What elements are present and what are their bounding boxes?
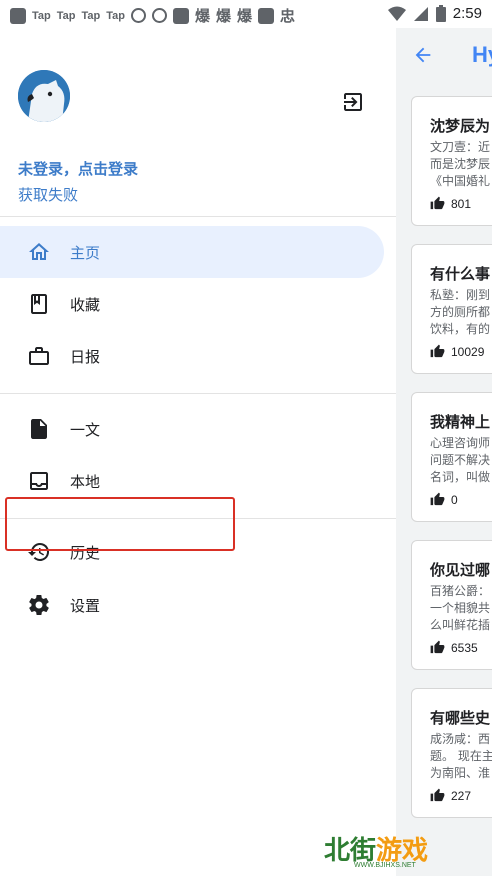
sync-icon-2 [152, 8, 167, 23]
article-card[interactable]: 我精神上 心理咨询师 问题不解决 名词，叫做 0 [411, 392, 492, 522]
like-count: 0 [430, 492, 458, 507]
nav-label: 主页 [70, 244, 101, 262]
article-title: 你见过哪 [430, 561, 491, 579]
nav-item-one-article[interactable]: 一文 [0, 403, 384, 455]
nav-label: 收藏 [70, 296, 101, 314]
navigation-drawer: 未登录，点击登录 获取失败 主页 收藏 日报 一文 本地 历史 设置 [0, 28, 396, 876]
article-excerpt: 百猪公爵： 一个相貌共 么叫鲜花插 [430, 584, 491, 632]
status-bar: Tap Tap Tap Tap 爆 爆 爆 忠 2:59 [0, 0, 492, 28]
article-excerpt: 心理咨询师 问题不解决 名词，叫做 [430, 436, 491, 484]
thumbs-up-icon [430, 344, 445, 358]
nav-label: 日报 [70, 348, 101, 366]
article-card[interactable]: 你见过哪 百猪公爵： 一个相貌共 么叫鲜花插 6535 [411, 540, 492, 670]
notification-glyph-4: 忠 [280, 7, 296, 25]
page-title: Hy [472, 42, 492, 67]
history-highlight-box [5, 497, 235, 551]
app-notification-icon [10, 7, 26, 24]
like-count-value: 6535 [451, 640, 478, 655]
wifi-icon [387, 6, 406, 21]
notification-glyph-1: 爆 [195, 7, 211, 25]
nav-label: 本地 [70, 473, 101, 491]
bookmark-icon [31, 294, 47, 314]
signal-icon [413, 6, 428, 21]
exit-icon[interactable] [341, 90, 365, 114]
like-count: 801 [430, 196, 471, 211]
nav-label: 设置 [70, 597, 101, 615]
app-bar: Hy [396, 28, 492, 86]
avatar[interactable] [18, 70, 70, 122]
like-count: 227 [430, 788, 471, 803]
article-title: 有哪些史 [430, 709, 491, 727]
like-count-value: 0 [451, 492, 458, 507]
app-notification-icon-2 [173, 7, 189, 24]
status-bar-notifications: Tap Tap Tap Tap 爆 爆 爆 忠 [10, 5, 295, 26]
watermark: 北街游戏 WWW.BJIHXS.NET [324, 828, 464, 872]
nav-item-daily[interactable]: 日报 [0, 330, 384, 382]
article-title: 沈梦辰为 [430, 117, 491, 135]
main-content: Hy 沈梦辰为 文刀壹：近 而是沈梦辰 《中国婚礼 801 有什么事 私塾：刚到… [396, 28, 492, 876]
tap-notification-1: Tap [32, 9, 51, 22]
briefcase-icon [29, 347, 49, 365]
divider [0, 216, 396, 217]
gear-icon [29, 595, 49, 616]
article-title: 有什么事 [430, 265, 491, 283]
nav-item-settings[interactable]: 设置 [0, 579, 384, 631]
like-count: 6535 [430, 640, 478, 655]
app-notification-icon-3 [258, 7, 275, 24]
login-prompt[interactable]: 未登录，点击登录 [18, 158, 138, 179]
avatar-image [18, 70, 70, 122]
like-count-value: 10029 [451, 344, 485, 359]
like-count-value: 801 [451, 196, 472, 211]
article-excerpt: 私塾：刚到 方的厕所都 饮料，有的 [430, 288, 491, 336]
divider [0, 393, 396, 394]
battery-icon [435, 5, 446, 22]
like-count-value: 227 [451, 788, 472, 803]
nav-label: 一文 [70, 421, 101, 439]
article-excerpt: 文刀壹：近 而是沈梦辰 《中国婚礼 [430, 140, 491, 188]
tap-notification-3: Tap [81, 9, 101, 22]
notification-glyph-3: 爆 [237, 7, 253, 25]
like-count: 10029 [430, 344, 484, 359]
thumbs-up-icon [430, 196, 445, 210]
article-card[interactable]: 有什么事 私塾：刚到 方的厕所都 饮料，有的 10029 [411, 244, 492, 374]
article-excerpt: 成汤咸：西 题。 现在主 为南阳、淮 [430, 732, 492, 780]
status-bar-system: 2:59 [387, 5, 482, 22]
home-icon [29, 243, 49, 260]
watermark-url: WWW.BJIHXS.NET [354, 862, 416, 869]
tap-notification-4: Tap [106, 9, 125, 22]
tap-notification-2: Tap [56, 9, 76, 22]
nav-item-home[interactable]: 主页 [0, 226, 384, 278]
inbox-icon [30, 472, 48, 490]
thumbs-up-icon [430, 788, 445, 802]
notification-glyph-2: 爆 [216, 7, 232, 25]
clock: 2:59 [452, 5, 482, 22]
article-card[interactable]: 有哪些史 成汤咸：西 题。 现在主 为南阳、淮 227 [411, 688, 492, 818]
login-status: 获取失败 [18, 186, 79, 204]
document-icon [31, 419, 47, 439]
back-arrow-icon[interactable] [412, 44, 434, 66]
thumbs-up-icon [430, 492, 445, 506]
thumbs-up-icon [430, 640, 445, 654]
article-card[interactable]: 沈梦辰为 文刀壹：近 而是沈梦辰 《中国婚礼 801 [411, 96, 492, 226]
article-title: 我精神上 [430, 413, 491, 431]
sync-icon [131, 8, 146, 23]
nav-item-favorites[interactable]: 收藏 [0, 278, 384, 330]
